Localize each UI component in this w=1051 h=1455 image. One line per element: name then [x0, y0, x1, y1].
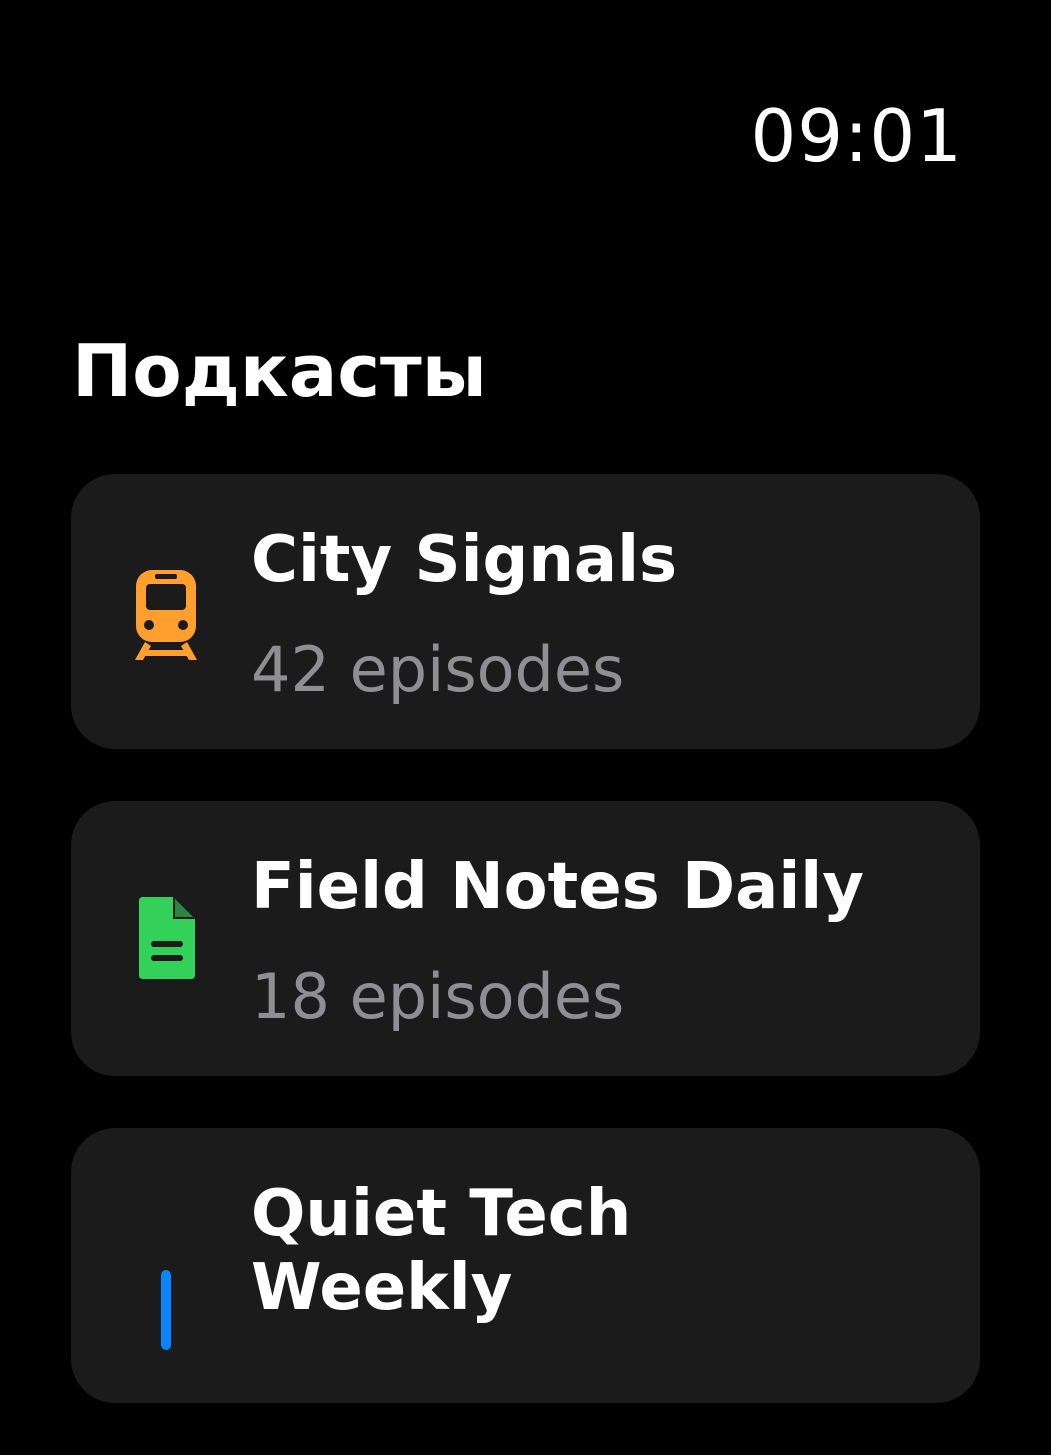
- podcast-title: Quiet Tech Weekly: [251, 1177, 632, 1325]
- podcast-episode-count: 42 episodes: [251, 633, 625, 706]
- document-icon: [131, 889, 201, 989]
- tram-icon: [131, 562, 201, 662]
- podcast-item-city-signals[interactable]: City Signals 42 episodes: [71, 474, 980, 749]
- podcast-list[interactable]: City Signals 42 episodes Field Notes Dai…: [71, 474, 980, 1455]
- broadcast-icon: [131, 1258, 201, 1358]
- podcast-item-field-notes-daily[interactable]: Field Notes Daily 18 episodes: [71, 801, 980, 1076]
- status-time: 09:01: [750, 94, 963, 178]
- page-title: Подкасты: [72, 329, 487, 413]
- podcast-title: City Signals: [251, 523, 678, 597]
- podcast-episode-count: 18 episodes: [251, 960, 625, 1033]
- podcast-title: Field Notes Daily: [251, 850, 864, 924]
- podcast-item-quiet-tech-weekly[interactable]: Quiet Tech Weekly: [71, 1128, 980, 1403]
